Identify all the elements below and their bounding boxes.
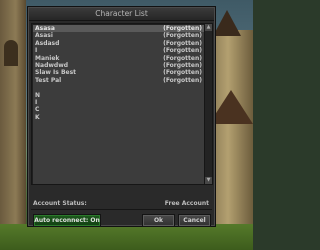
character-row[interactable]: N — [33, 92, 204, 99]
character-row[interactable]: Maniek (Forgotten) — [33, 55, 204, 62]
character-list-dialog: Character List Asasa (Forgotten) Asasi (For… — [27, 6, 216, 227]
character-row[interactable]: Nadwdwd (Forgotten) — [33, 62, 204, 69]
auto-reconnect-button[interactable]: Auto reconnect: On — [33, 214, 101, 227]
character-status: (Forgotten) — [163, 69, 202, 77]
character-name: I — [35, 47, 38, 55]
character-row[interactable]: Asasi (Forgotten) — [33, 32, 204, 39]
character-name: Nadwdwd — [35, 62, 69, 69]
triangle-down-icon[interactable]: ▼ — [205, 177, 212, 184]
character-status: (Forgotten) — [163, 25, 202, 32]
character-name: C — [35, 106, 40, 114]
dialog-title[interactable]: Character List — [29, 8, 214, 21]
background-left-wall — [0, 0, 26, 250]
background-roof — [213, 10, 241, 36]
character-row[interactable]: C — [33, 106, 204, 113]
character-name: Maniek — [35, 54, 60, 62]
character-name: Asasa — [35, 25, 55, 32]
character-status: (Forgotten) — [163, 47, 202, 55]
list-scrollbar[interactable]: ▲ ▼ — [204, 24, 212, 184]
character-status: (Forgotten) — [163, 62, 202, 69]
character-name: Asasi — [35, 32, 53, 40]
account-status-value: Free Account — [164, 200, 209, 207]
character-row[interactable]: K — [33, 114, 204, 121]
character-name: N — [35, 91, 41, 99]
triangle-up-icon[interactable]: ▲ — [205, 24, 212, 31]
character-name: Test Pal — [35, 76, 62, 84]
cancel-button[interactable]: Cancel — [178, 214, 211, 227]
character-row[interactable] — [33, 84, 204, 91]
ok-button[interactable]: Ok — [142, 214, 175, 227]
character-name: Asdasd — [35, 39, 60, 47]
character-status: (Forgotten) — [163, 39, 202, 47]
divider — [31, 209, 212, 210]
character-name: K — [35, 113, 40, 121]
background-grass — [0, 224, 253, 250]
background-window — [4, 40, 18, 66]
character-status: (Forgotten) — [163, 76, 202, 84]
character-row[interactable]: I — [33, 99, 204, 106]
character-status: (Forgotten) — [163, 54, 202, 62]
character-row[interactable]: I (Forgotten) — [33, 47, 204, 54]
character-listbox[interactable]: Asasa (Forgotten) Asasi (Forgotten) Asdasd (F… — [31, 23, 213, 185]
character-row[interactable]: Asasa (Forgotten) — [33, 25, 204, 32]
character-row[interactable]: Asdasd (Forgotten) — [33, 40, 204, 47]
character-row[interactable]: Slaw Is Best (Forgotten) — [33, 69, 204, 76]
character-row[interactable]: Test Pal (Forgotten) — [33, 77, 204, 84]
account-status-label: Account Status: — [33, 200, 87, 207]
character-name: Slaw Is Best — [35, 69, 77, 77]
character-status: (Forgotten) — [163, 32, 202, 40]
character-name: I — [35, 99, 38, 106]
